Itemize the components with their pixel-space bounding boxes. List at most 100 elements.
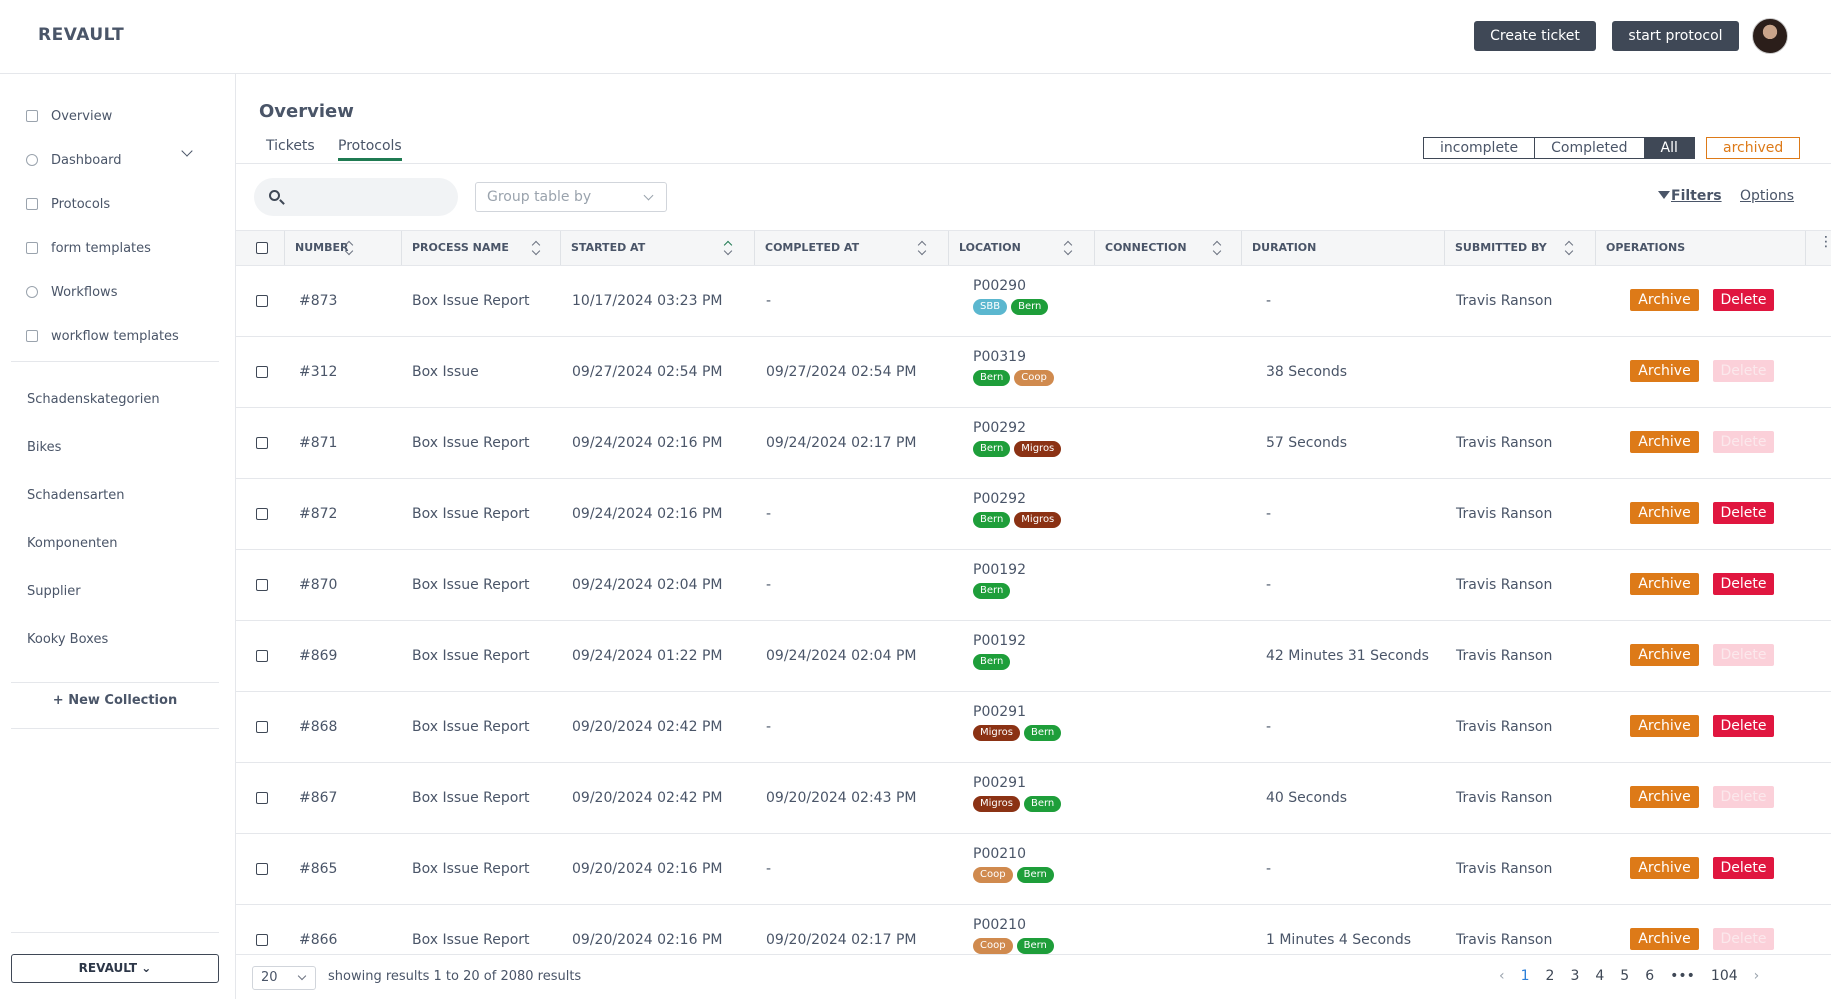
cell-started-at: 09/24/2024 01:22 PM: [572, 648, 723, 664]
table-row[interactable]: #312 Box Issue 09/27/2024 02:54 PM 09/27/20…: [236, 337, 1831, 408]
sidebar-item-workflows[interactable]: Workflows: [26, 280, 117, 304]
app-logo[interactable]: REVAULT: [38, 25, 124, 45]
row-checkbox[interactable]: [256, 650, 268, 662]
row-checkbox[interactable]: [256, 934, 268, 946]
archived-toggle[interactable]: archived: [1706, 137, 1801, 159]
workspace-switcher[interactable]: REVAULT ⌄: [11, 954, 219, 983]
delete-button[interactable]: Delete: [1713, 502, 1774, 524]
cell-process-name: Box Issue Report: [412, 435, 530, 451]
column-menu-icon[interactable]: ⋮: [1819, 235, 1831, 249]
tab-tickets[interactable]: Tickets: [266, 138, 315, 158]
table-row[interactable]: #869 Box Issue Report 09/24/2024 01:22 PM 0…: [236, 621, 1831, 692]
col-started-at[interactable]: STARTED AT: [561, 231, 755, 265]
sort-icon[interactable]: [345, 241, 353, 255]
table-row[interactable]: #870 Box Issue Report 09/24/2024 02:04 PM -…: [236, 550, 1831, 621]
table-row[interactable]: #865 Box Issue Report 09/20/2024 02:16 PM -…: [236, 834, 1831, 905]
options-button[interactable]: Options: [1740, 188, 1794, 204]
sort-icon[interactable]: [1565, 241, 1573, 255]
chevron-down-icon[interactable]: [181, 145, 193, 157]
archive-button[interactable]: Archive: [1630, 857, 1699, 879]
create-ticket-button[interactable]: Create ticket: [1474, 21, 1596, 51]
sort-icon[interactable]: [918, 241, 926, 255]
collection-komponenten[interactable]: Komponenten: [27, 536, 118, 551]
table-row[interactable]: #871 Box Issue Report 09/24/2024 02:16 PM 0…: [236, 408, 1831, 479]
select-all-checkbox[interactable]: [256, 242, 268, 254]
archive-button[interactable]: Archive: [1630, 289, 1699, 311]
archive-button[interactable]: Archive: [1630, 786, 1699, 808]
delete-button[interactable]: Delete: [1713, 289, 1774, 311]
segment-incomplete[interactable]: incomplete: [1424, 138, 1536, 158]
delete-button[interactable]: Delete: [1713, 715, 1774, 737]
page-2[interactable]: 2: [1546, 968, 1555, 984]
row-checkbox[interactable]: [256, 579, 268, 591]
col-duration[interactable]: DURATION: [1242, 231, 1445, 265]
col-number[interactable]: NUMBER: [285, 231, 402, 265]
sort-icon[interactable]: [1064, 241, 1072, 255]
col-submitted-by[interactable]: SUBMITTED BY: [1445, 231, 1596, 265]
cell-duration: -: [1266, 506, 1272, 522]
sidebar-item-overview[interactable]: Overview: [26, 104, 112, 128]
sidebar-item-dashboard[interactable]: Dashboard: [26, 148, 122, 172]
start-protocol-button[interactable]: start protocol: [1612, 21, 1739, 51]
next-page-icon[interactable]: ›: [1754, 968, 1760, 984]
table-row[interactable]: #866 Box Issue Report 09/20/2024 02:16 PM 0…: [236, 905, 1831, 954]
table-row[interactable]: #873 Box Issue Report 10/17/2024 03:23 PM -…: [236, 266, 1831, 337]
archive-button[interactable]: Archive: [1630, 502, 1699, 524]
row-checkbox[interactable]: [256, 437, 268, 449]
location-code: P00319: [973, 349, 1026, 365]
table-row[interactable]: #867 Box Issue Report 09/20/2024 02:42 PM 0…: [236, 763, 1831, 834]
table-row[interactable]: #868 Box Issue Report 09/20/2024 02:42 PM -…: [236, 692, 1831, 763]
page-4[interactable]: 4: [1595, 968, 1604, 984]
row-checkbox[interactable]: [256, 295, 268, 307]
page-3[interactable]: 3: [1570, 968, 1579, 984]
segment-completed[interactable]: Completed: [1535, 138, 1645, 158]
cell-number: #871: [299, 435, 338, 451]
page-6[interactable]: 6: [1645, 968, 1654, 984]
col-completed-at[interactable]: COMPLETED AT: [755, 231, 949, 265]
row-checkbox[interactable]: [256, 721, 268, 733]
archive-button[interactable]: Archive: [1630, 573, 1699, 595]
col-location[interactable]: LOCATION: [949, 231, 1095, 265]
archive-button[interactable]: Archive: [1630, 360, 1699, 382]
archive-button[interactable]: Archive: [1630, 928, 1699, 950]
archive-button[interactable]: Archive: [1630, 644, 1699, 666]
table-row[interactable]: #872 Box Issue Report 09/24/2024 02:16 PM -…: [236, 479, 1831, 550]
page-5[interactable]: 5: [1620, 968, 1629, 984]
prev-page-icon[interactable]: ‹: [1499, 968, 1505, 984]
sidebar-item-workflow-templates[interactable]: workflow templates: [26, 324, 179, 348]
cell-location: P00291 Migros Bern: [973, 704, 1062, 741]
sort-icon[interactable]: [724, 241, 732, 255]
sort-icon[interactable]: [1213, 241, 1221, 255]
cell-process-name: Box Issue: [412, 364, 479, 380]
row-checkbox[interactable]: [256, 508, 268, 520]
new-collection-button[interactable]: + New Collection: [0, 693, 230, 708]
row-checkbox[interactable]: [256, 366, 268, 378]
page-1[interactable]: 1: [1521, 968, 1530, 984]
collection-supplier[interactable]: Supplier: [27, 584, 81, 599]
segment-all[interactable]: All: [1644, 138, 1694, 158]
page-ellipsis[interactable]: •••: [1670, 968, 1695, 984]
col-connection[interactable]: CONNECTION: [1095, 231, 1242, 265]
group-by-select[interactable]: Group table by: [475, 182, 667, 212]
delete-button[interactable]: Delete: [1713, 573, 1774, 595]
page-104[interactable]: 104: [1711, 968, 1738, 984]
archive-button[interactable]: Archive: [1630, 431, 1699, 453]
sidebar-item-form-templates[interactable]: form templates: [26, 236, 151, 260]
row-checkbox[interactable]: [256, 792, 268, 804]
tab-protocols[interactable]: Protocols: [338, 138, 402, 161]
location-tag: Bern: [1016, 938, 1054, 954]
delete-button[interactable]: Delete: [1713, 857, 1774, 879]
sort-icon[interactable]: [532, 241, 540, 255]
archive-button[interactable]: Archive: [1630, 715, 1699, 737]
page-size-select[interactable]: 20: [252, 966, 316, 990]
collection-bikes[interactable]: Bikes: [27, 440, 61, 455]
user-avatar[interactable]: [1752, 18, 1788, 54]
collection-schadensarten[interactable]: Schadensarten: [27, 488, 125, 503]
sidebar-item-protocols[interactable]: Protocols: [26, 192, 110, 216]
search-input[interactable]: [290, 184, 450, 210]
collection-kooky-boxes[interactable]: Kooky Boxes: [27, 632, 108, 647]
col-process-name[interactable]: PROCESS NAME: [402, 231, 561, 265]
filters-button[interactable]: Filters: [1658, 188, 1722, 204]
row-checkbox[interactable]: [256, 863, 268, 875]
collection-schadenskategorien[interactable]: Schadenskategorien: [27, 392, 160, 407]
